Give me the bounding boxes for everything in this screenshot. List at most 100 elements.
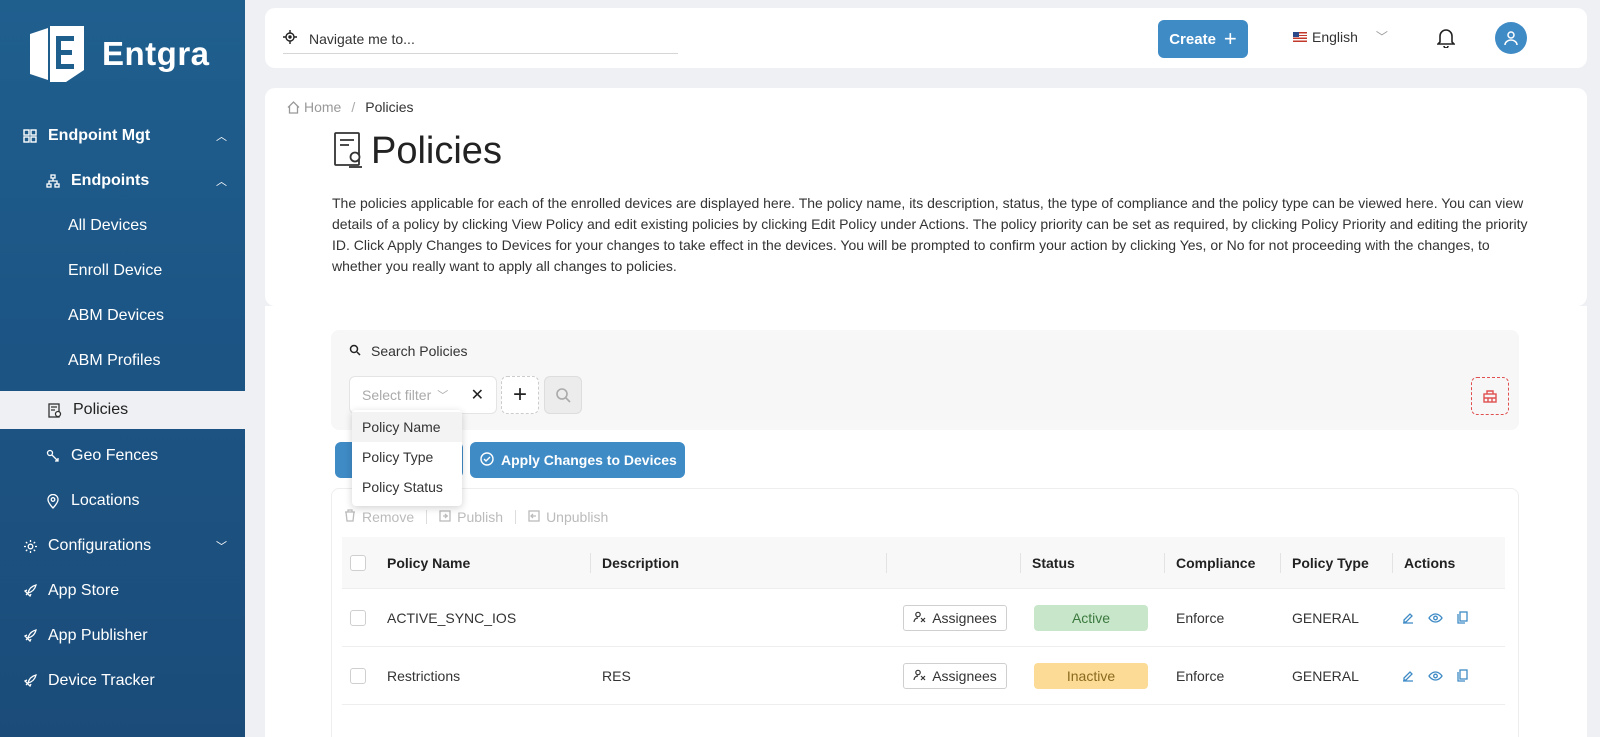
page-title: Policies (371, 130, 502, 172)
add-filter-button[interactable]: + (501, 376, 539, 414)
column-header-policy-type[interactable]: Policy Type (1280, 537, 1369, 588)
sidebar-item-label: All Devices (68, 217, 148, 234)
row-checkbox[interactable] (350, 589, 366, 646)
clear-icon (1483, 390, 1497, 403)
assignees-label: Assignees (932, 667, 997, 684)
sidebar-item-locations[interactable]: Locations (0, 482, 245, 520)
filter-option-policy-type[interactable]: Policy Type (352, 442, 462, 472)
publish-icon (439, 509, 451, 525)
sidebar-item-label: App Publisher (48, 627, 148, 644)
sidebar-item-geo-fences[interactable]: Geo Fences (0, 437, 245, 475)
divider (426, 510, 428, 524)
brand-logo[interactable]: Entgra (26, 24, 210, 84)
divider (515, 510, 517, 524)
apply-changes-label: Apply Changes to Devices (501, 452, 677, 468)
edit-icon[interactable] (1402, 611, 1414, 624)
column-header-status[interactable]: Status (1020, 537, 1075, 588)
actions-cell (1402, 589, 1482, 646)
page-description: The policies applicable for each of the … (332, 195, 1528, 274)
sidebar-item-configurations[interactable]: Configurations ﹀ (0, 527, 245, 565)
sidebar-item-policies[interactable]: Policies (0, 391, 245, 429)
sidebar-item-label: Enroll Device (68, 262, 163, 279)
search-icon (349, 343, 361, 359)
compliance-cell: Enforce (1176, 667, 1225, 684)
column-header-description[interactable]: Description (589, 537, 679, 588)
status-badge: Inactive (1034, 662, 1148, 689)
language-select[interactable]: English ﹀ (1293, 28, 1388, 45)
sidebar-item-all-devices[interactable]: All Devices (0, 207, 245, 245)
sidebar-item-label: ABM Devices (68, 307, 165, 324)
copy-icon[interactable] (1457, 611, 1468, 624)
view-eye-icon[interactable] (1428, 670, 1443, 681)
user-icon (1504, 31, 1518, 46)
unpublish-button[interactable]: Unpublish (528, 509, 608, 525)
assignees-cell: Assignees (903, 647, 1007, 704)
breadcrumb-home[interactable]: Home (304, 99, 341, 115)
entgra-logo-icon (26, 24, 88, 84)
remove-button[interactable]: Remove (344, 509, 414, 525)
clear-filters-button[interactable] (1471, 377, 1509, 415)
sidebar-item-abm-devices[interactable]: ABM Devices (0, 297, 245, 335)
breadcrumb-separator: / (351, 99, 356, 115)
create-label: Create (1169, 30, 1216, 48)
rocket-icon (22, 673, 38, 689)
assignees-label: Assignees (932, 609, 997, 626)
assignees-button[interactable]: Assignees (903, 662, 1007, 689)
chevron-down-icon: ﹀ (1375, 30, 1388, 44)
close-icon[interactable]: ✕ (471, 385, 484, 405)
users-icon (913, 610, 926, 626)
create-button[interactable]: Create + (1158, 20, 1248, 58)
navigate-search-input[interactable]: Navigate me to... (283, 24, 678, 54)
apply-changes-button[interactable]: Apply Changes to Devices (470, 442, 685, 478)
sidebar-item-label: Endpoints (71, 172, 150, 189)
edit-icon[interactable] (1402, 669, 1414, 682)
filter-dropdown: Policy Name Policy Type Policy Status (352, 410, 462, 506)
language-label: English (1312, 28, 1358, 45)
publish-button[interactable]: Publish (439, 509, 503, 525)
check-circle-icon (480, 451, 494, 469)
sidebar-item-endpoints[interactable]: Endpoints ︿ (0, 162, 245, 200)
assignees-button[interactable]: Assignees (903, 604, 1007, 631)
table-row[interactable]: Restrictions RES Assignees Inactive Enfo… (342, 647, 1505, 705)
column-header-compliance[interactable]: Compliance (1163, 537, 1255, 588)
select-all-checkbox[interactable] (350, 537, 366, 588)
sidebar-item-label: ABM Profiles (68, 352, 161, 369)
gear-icon (22, 538, 38, 554)
filter-select[interactable]: Select filter ﹀ ✕ (349, 376, 497, 414)
search-label-row: Search Policies (349, 343, 468, 359)
sidebar-item-label: Policies (73, 401, 129, 418)
remove-label: Remove (362, 509, 415, 525)
sidebar-item-abm-profiles[interactable]: ABM Profiles (0, 342, 245, 380)
copy-icon[interactable] (1457, 669, 1468, 682)
sidebar-item-app-publisher[interactable]: App Publisher (0, 617, 245, 655)
row-checkbox[interactable] (350, 647, 366, 704)
bulk-actions: Remove Publish Unpublish (344, 509, 620, 525)
filter-option-policy-name[interactable]: Policy Name (352, 412, 462, 442)
breadcrumb: Home / Policies (287, 99, 414, 115)
sidebar-item-label: Locations (71, 492, 140, 509)
search-button[interactable] (544, 376, 582, 414)
column-header-policy-name[interactable]: Policy Name (387, 537, 470, 588)
status-badge: Active (1034, 604, 1148, 631)
home-icon[interactable] (287, 100, 300, 114)
table-row[interactable]: ACTIVE_SYNC_IOS Assignees Active Enforce… (342, 589, 1505, 647)
user-avatar[interactable] (1495, 22, 1527, 54)
navigate-placeholder: Navigate me to... (309, 30, 415, 47)
crosshair-icon (283, 30, 297, 47)
sidebar-item-label: Device Tracker (48, 672, 155, 689)
trash-icon (344, 509, 356, 525)
bell-icon[interactable] (1436, 28, 1456, 51)
grid-icon (22, 128, 38, 144)
sidebar-item-enroll-device[interactable]: Enroll Device (0, 252, 245, 290)
status-cell: Active (1034, 589, 1148, 646)
assignees-cell: Assignees (903, 589, 1007, 646)
chevron-up-icon: ︿ (216, 131, 227, 143)
sidebar-item-app-store[interactable]: App Store (0, 572, 245, 610)
sidebar-item-endpoint-mgt[interactable]: Endpoint Mgt ︿ (0, 117, 245, 155)
page-header: Home / Policies Policies The policies ap… (265, 88, 1587, 306)
sidebar-item-device-tracker[interactable]: Device Tracker (0, 662, 245, 700)
view-eye-icon[interactable] (1428, 612, 1443, 623)
rocket-icon (22, 583, 38, 599)
sidebar-item-label: App Store (48, 582, 120, 599)
filter-option-policy-status[interactable]: Policy Status (352, 472, 462, 502)
